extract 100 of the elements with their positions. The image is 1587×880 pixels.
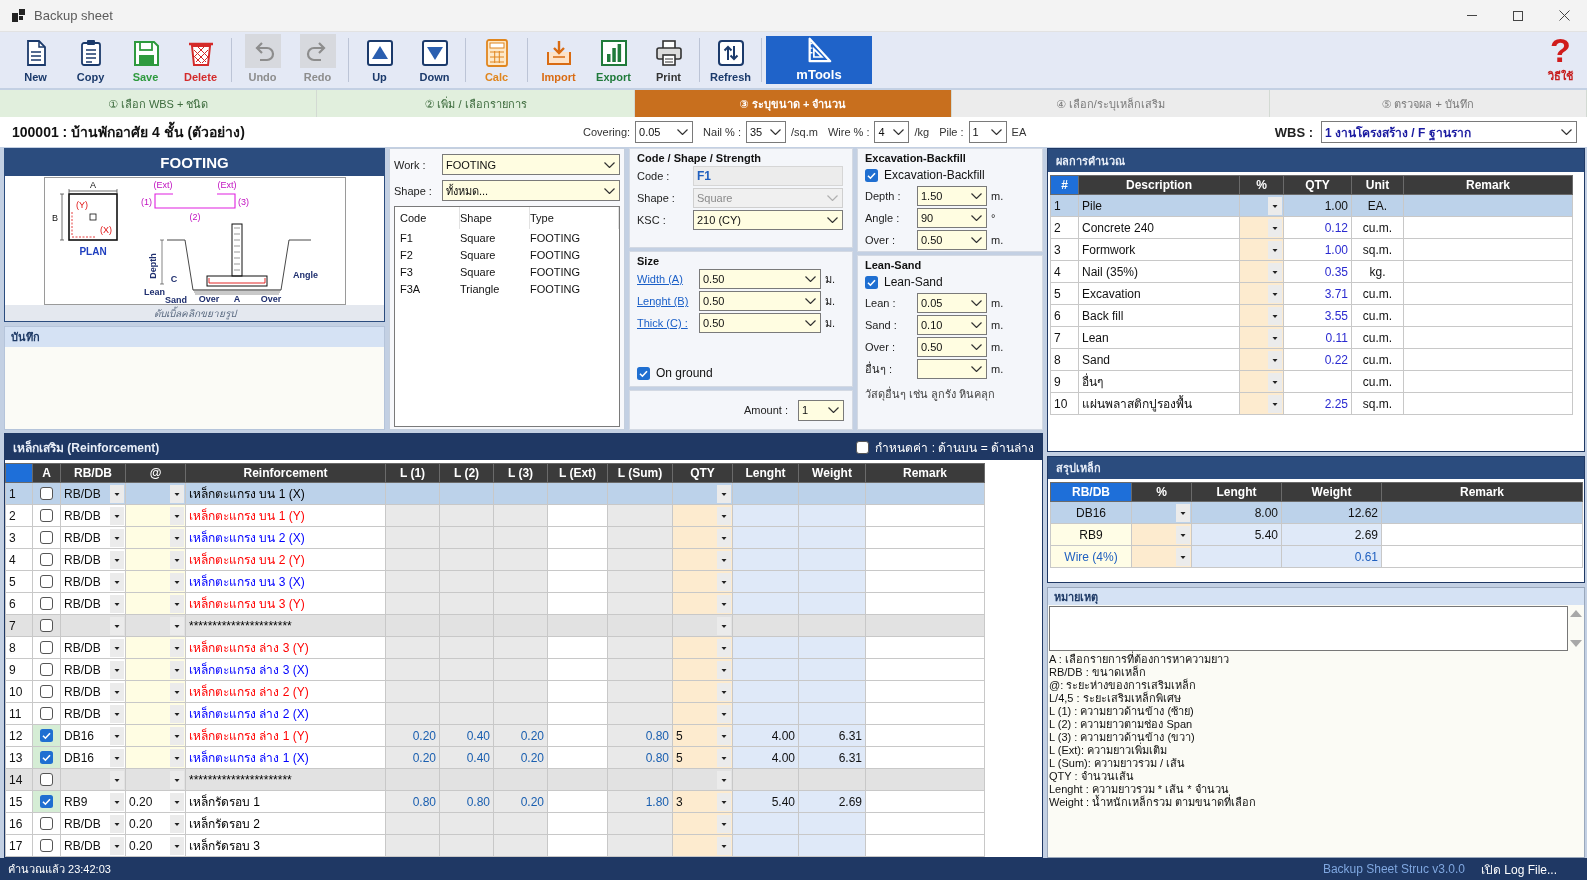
table-row[interactable]: 16 RB/DB 0.20 เหล็กรัดรอบ 2 [5, 812, 985, 835]
table-row[interactable]: 6 Back fill 3.55 cu.m. [1050, 304, 1573, 327]
field-link[interactable]: Thick (C) : [637, 317, 695, 329]
spacing-dropdown[interactable] [125, 482, 186, 505]
table-row[interactable]: 7 Lean 0.11 cu.m. [1050, 326, 1573, 349]
select-field[interactable]: 210 (CY) [693, 210, 843, 230]
table-row[interactable]: 3 Formwork 1.00 sq.m. [1050, 238, 1573, 261]
shape-list[interactable]: Code Shape Type F1 Square FOOTING F2 Square FOOTING F3 Square FOOTING F3A Triangle FOOTING [394, 206, 620, 427]
checkbox[interactable] [40, 531, 53, 544]
print-button[interactable]: Print [641, 34, 696, 86]
up-button[interactable]: Up [352, 34, 407, 86]
table-row[interactable]: 17 RB/DB 0.20 เหล็กรัดรอบ 3 [5, 834, 985, 857]
select-field[interactable]: 0.50 [917, 230, 987, 250]
select-field[interactable]: 0.50 [699, 269, 821, 289]
wbs-dropdown[interactable]: 1 งานโครงสร้าง / F ฐานราก [1321, 121, 1577, 143]
step-tab[interactable]: ③ ระบุขนาด + จำนวน [634, 90, 953, 117]
text-field[interactable]: F1 [693, 166, 843, 186]
select-field[interactable]: 0.50 [699, 313, 821, 333]
checkbox[interactable] [40, 751, 53, 764]
delete-button[interactable]: Delete [173, 34, 228, 86]
checkbox[interactable] [40, 773, 53, 786]
checkbox[interactable] [40, 597, 53, 610]
select-field[interactable]: 0.50 [917, 337, 987, 357]
tools-button[interactable]: mTools [766, 36, 872, 84]
down-button[interactable]: Down [407, 34, 462, 86]
table-row[interactable]: 7 ********************** [5, 614, 985, 637]
step-tab[interactable]: ② เพิ่ม / เลือกรายการ [317, 90, 635, 117]
percent-dropdown[interactable] [1131, 501, 1192, 524]
caret-down-icon [170, 726, 184, 745]
checkbox[interactable] [865, 275, 878, 289]
select-field[interactable]: 0.50 [699, 291, 821, 311]
table-row[interactable]: 8 Sand 0.22 cu.m. [1050, 348, 1573, 371]
checkbox[interactable] [637, 366, 650, 380]
select-field[interactable]: ทั้งหมด... [442, 180, 620, 201]
table-row[interactable]: 5 Excavation 3.71 cu.m. [1050, 282, 1573, 305]
checkbox[interactable] [40, 839, 53, 852]
checkbox[interactable] [40, 509, 53, 522]
select-field[interactable] [917, 359, 987, 379]
new-button[interactable]: New [8, 34, 63, 86]
table-row[interactable]: 13 DB16 เหล็กตะแกรง ล่าง 1 (X) 0.20 0.40 0.20 0.80 5 4.00 6.31 [5, 746, 985, 769]
table-row[interactable]: 1 RB/DB เหล็กตะแกรง บน 1 (X) [5, 482, 985, 505]
table-row[interactable]: RB9 5.40 2.69 [1050, 523, 1583, 546]
table-row[interactable]: 2 RB/DB เหล็กตะแกรง บน 1 (Y) [5, 504, 985, 527]
table-row[interactable]: 4 Nail (35%) 0.35 kg. [1050, 260, 1573, 283]
select-field[interactable]: 0.05 [635, 121, 694, 143]
checkbox[interactable] [40, 575, 53, 588]
percent-dropdown[interactable] [1239, 194, 1284, 217]
select-field[interactable]: FOOTING [442, 154, 620, 175]
step-tab[interactable]: ① เลือก WBS + ชนิด [0, 90, 318, 117]
checkbox[interactable] [40, 817, 53, 830]
table-row[interactable]: 10 RB/DB เหล็กตะแกรง ล่าง 2 (Y) [5, 680, 985, 703]
checkbox[interactable] [40, 795, 53, 808]
table-row[interactable]: 8 RB/DB เหล็กตะแกรง ล่าง 3 (Y) [5, 636, 985, 659]
table-row[interactable]: 15 RB9 0.20 เหล็กรัดรอบ 1 0.80 0.80 0.20 1.80 3 5.40 2.69 [5, 790, 985, 813]
qty-dropdown[interactable] [672, 482, 733, 505]
step-tab[interactable]: ④ เลือก/ระบุเหล็กเสริม [952, 90, 1270, 117]
table-row[interactable]: 9 อื่นๆ cu.m. [1050, 370, 1573, 393]
table-row[interactable]: 1 Pile 1.00 EA. [1050, 194, 1573, 217]
checkbox[interactable] [40, 487, 53, 500]
export-button[interactable]: Export [586, 34, 641, 86]
select-field[interactable]: 1 [968, 121, 1007, 143]
copy-button[interactable]: Copy [63, 34, 118, 86]
table-row[interactable]: 3 RB/DB เหล็กตะแกรง บน 2 (X) [5, 526, 985, 549]
select-field[interactable]: 35 [746, 121, 786, 143]
scroll-up-icon[interactable] [1570, 610, 1582, 617]
field-link[interactable]: Lenght (B) [637, 295, 695, 307]
log-link[interactable]: เปิด Log File... [1480, 859, 1557, 879]
select-field[interactable]: 1.50 [917, 186, 987, 206]
size-dropdown[interactable]: RB/DB [60, 482, 126, 505]
select-field[interactable]: 0.10 [917, 315, 987, 335]
checkbox[interactable] [40, 685, 53, 698]
checkbox[interactable] [40, 729, 53, 742]
table-row[interactable]: 6 RB/DB เหล็กตะแกรง บน 3 (Y) [5, 592, 985, 615]
checkbox[interactable] [40, 641, 53, 654]
table-row[interactable]: 5 RB/DB เหล็กตะแกรง บน 3 (X) [5, 570, 985, 593]
remarks-field[interactable] [1049, 606, 1568, 651]
select-field[interactable]: 4 [874, 121, 910, 143]
table-row[interactable]: 4 RB/DB เหล็กตะแกรง บน 2 (Y) [5, 548, 985, 571]
select-field[interactable]: 90 [917, 208, 987, 228]
checkbox[interactable] [865, 168, 878, 182]
select-field[interactable]: 0.05 [917, 293, 987, 313]
checkbox[interactable] [40, 663, 53, 676]
checkbox[interactable] [40, 707, 53, 720]
table-row[interactable]: 12 DB16 เหล็กตะแกรง ล่าง 1 (Y) 0.20 0.40 0.20 0.80 5 4.00 6.31 [5, 724, 985, 747]
scroll-down-icon[interactable] [1570, 640, 1582, 647]
refresh-button[interactable]: Refresh [703, 34, 758, 86]
checkbox[interactable] [856, 440, 870, 454]
table-row[interactable]: Wire (4%) 0.61 [1050, 545, 1583, 568]
checkbox[interactable] [40, 553, 53, 566]
table-row[interactable]: 9 RB/DB เหล็กตะแกรง ล่าง 3 (X) [5, 658, 985, 681]
table-row[interactable]: 14 ********************** [5, 768, 985, 791]
table-row[interactable]: DB16 8.00 12.62 [1050, 501, 1583, 524]
help-button[interactable]: ? วิธีใช้ [1546, 33, 1575, 87]
table-row[interactable]: 10 แผ่นพลาสติกปูรองพื้น 2.25 sq.m. [1050, 392, 1573, 415]
checkbox[interactable] [40, 619, 53, 632]
select-field[interactable]: 1 [798, 399, 844, 421]
step-tab[interactable]: ⑤ ตรวจผล + บันทึก [1269, 90, 1587, 117]
field-link[interactable]: Width (A) [637, 273, 695, 285]
table-row[interactable]: 2 Concrete 240 0.12 cu.m. [1050, 216, 1573, 239]
table-row[interactable]: 11 RB/DB เหล็กตะแกรง ล่าง 2 (X) [5, 702, 985, 725]
